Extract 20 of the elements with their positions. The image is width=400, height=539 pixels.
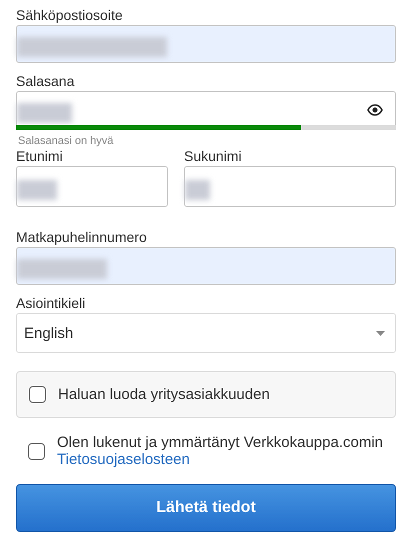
eye-icon[interactable]	[367, 104, 383, 116]
strength-hint: Salasanasi on hyvä	[18, 135, 114, 148]
submit-button[interactable]: Lähetä tiedot	[16, 484, 396, 532]
field-label: Sähköpostiosoite	[16, 7, 124, 23]
input-field[interactable]	[16, 247, 396, 285]
consent-text: Olen lukenut ja ymmärtänyt Verkkokauppa.comin Tietosuojaselosteen	[57, 434, 383, 468]
input-field[interactable]	[16, 166, 168, 207]
checkbox[interactable]	[28, 442, 45, 460]
field-label: Asiointikieli	[16, 295, 86, 311]
caret-icon	[376, 330, 385, 336]
input-field[interactable]	[184, 166, 396, 207]
field-label: Sukunimi	[184, 148, 243, 164]
field-label: Salasana	[16, 73, 76, 89]
field-label: Matkapuhelinnumero	[16, 229, 148, 245]
privacy-link[interactable]: Tietosuojaselosteen	[57, 451, 190, 468]
checkbox[interactable]	[29, 386, 46, 403]
checkbox-label[interactable]: Haluan luoda yritysasiakkuuden	[58, 386, 270, 403]
input-field[interactable]	[16, 25, 396, 63]
language-select[interactable]: English	[16, 313, 396, 353]
field-label: Etunimi	[16, 148, 64, 164]
